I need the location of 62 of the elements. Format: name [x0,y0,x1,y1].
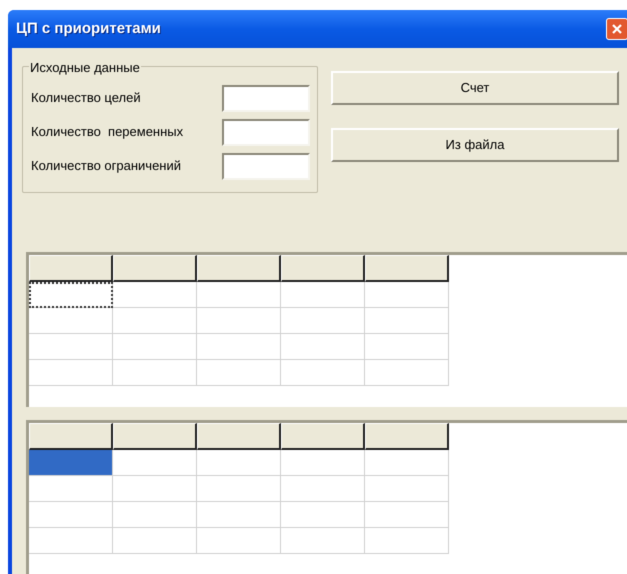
grid-cell[interactable] [113,282,197,308]
window-title: ЦП с приоритетами [16,18,161,39]
grid-cell[interactable] [281,450,365,476]
input-field[interactable] [222,84,310,112]
grid-cell[interactable] [365,282,449,308]
column-header[interactable] [29,255,113,282]
grid-cell[interactable] [197,360,281,386]
column-header[interactable] [281,423,365,450]
grid-cell[interactable] [197,450,281,476]
column-header[interactable] [29,423,113,450]
grid-cell[interactable] [29,450,113,476]
grid-cell[interactable] [281,502,365,528]
grid-cell[interactable] [197,502,281,528]
grid-cell[interactable] [113,502,197,528]
input-field[interactable] [222,118,310,146]
grid-cell[interactable] [365,528,449,554]
action-button[interactable]: Счет [331,71,619,105]
grid-cell[interactable] [281,528,365,554]
grid-cell[interactable] [365,502,449,528]
grid-cell[interactable] [113,334,197,360]
close-icon [611,23,623,35]
grid-cell[interactable] [113,308,197,334]
grid-cell[interactable] [281,476,365,502]
column-header[interactable] [365,255,449,282]
grid-cell[interactable] [197,528,281,554]
grid-cell[interactable] [365,334,449,360]
grid-cell[interactable] [113,450,197,476]
grid-cell[interactable] [113,528,197,554]
column-header[interactable] [113,423,197,450]
grid-cell[interactable] [365,450,449,476]
grid-cell[interactable] [29,528,113,554]
grid-cell[interactable] [113,476,197,502]
grid-cell[interactable] [197,334,281,360]
grid-cell[interactable] [197,476,281,502]
column-header[interactable] [197,423,281,450]
column-header[interactable] [113,255,197,282]
grid-cell[interactable] [365,360,449,386]
field-label: Количество переменных [31,123,184,142]
grid-cell[interactable] [29,360,113,386]
data-grid[interactable] [26,420,627,574]
grid-cell[interactable] [197,282,281,308]
action-button[interactable]: Из файла [331,128,619,162]
grid-cell[interactable] [281,360,365,386]
column-header[interactable] [365,423,449,450]
grid-cell[interactable] [29,476,113,502]
input-field[interactable] [222,152,310,180]
grid-cell[interactable] [29,334,113,360]
grid-cell[interactable] [365,308,449,334]
field-label: Количество ограничений [31,157,182,176]
column-header[interactable] [281,255,365,282]
column-header[interactable] [197,255,281,282]
grid-cell[interactable] [29,502,113,528]
grid-cell[interactable] [281,334,365,360]
field-label: Количество целей [31,89,141,108]
close-button[interactable] [606,18,627,40]
grid-cell[interactable] [197,308,281,334]
grid-cell[interactable] [29,282,113,308]
grid-cell[interactable] [29,308,113,334]
grid-cell[interactable] [281,282,365,308]
grid-cell[interactable] [281,308,365,334]
grid-cell[interactable] [113,360,197,386]
grid-cell[interactable] [365,476,449,502]
